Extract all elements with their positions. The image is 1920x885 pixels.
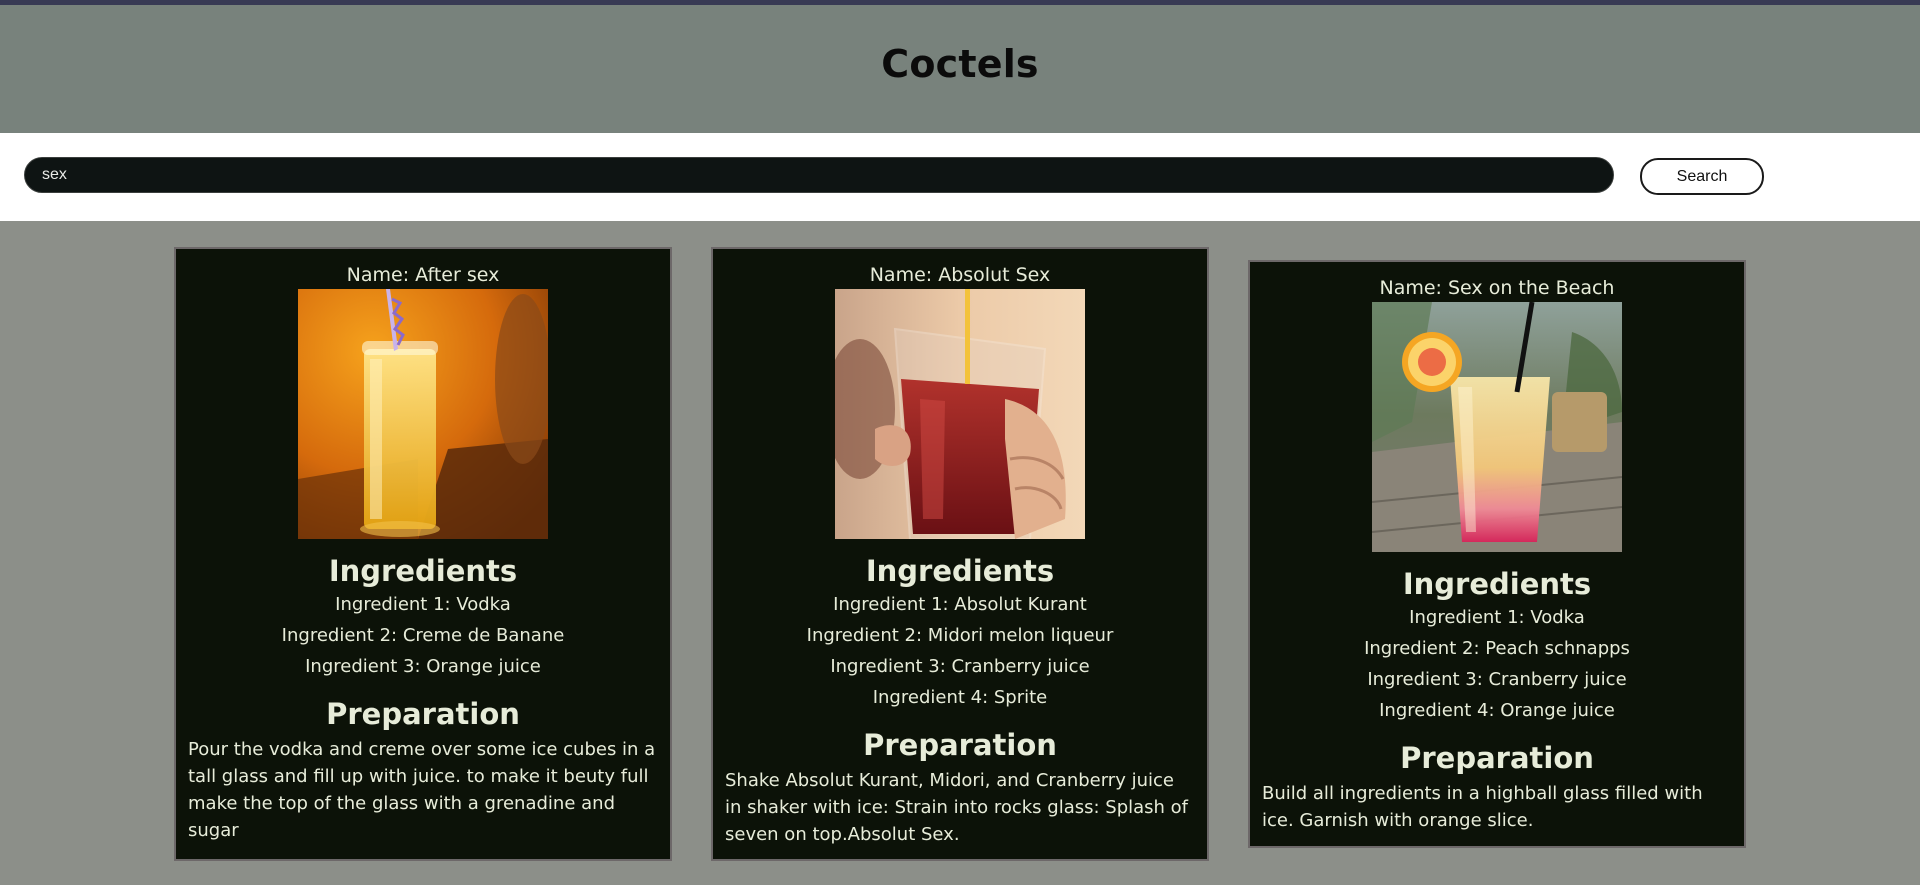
ingredient-item: Ingredient 2: Midori melon liqueur (806, 625, 1114, 646)
ingredients-heading: Ingredients (1402, 567, 1592, 601)
page-title: Coctels (881, 42, 1039, 86)
preparation-text: Pour the vodka and creme over some ice c… (188, 739, 656, 841)
ingredient-item: Ingredient 3: Cranberry juice (830, 656, 1090, 677)
preparation-text: Build all ingredients in a highball glas… (1262, 783, 1703, 831)
ingredient-item: Ingredient 3: Cranberry juice (1367, 669, 1627, 690)
ingredients-heading: Ingredients (865, 554, 1055, 588)
ingredient-item: Ingredient 4: Sprite (872, 687, 1048, 708)
page-header: Coctels (0, 5, 1920, 133)
cocktail-card: Name: Absolut Sex Ingredients Ingredient… (711, 247, 1209, 861)
preparation-text: Shake Absolut Kurant, Midori, and Cranbe… (725, 770, 1189, 845)
search-bar: Search (0, 133, 1920, 221)
search-input[interactable] (24, 157, 1614, 193)
preparation-heading: Preparation (326, 697, 520, 731)
ingredient-item: Ingredient 4: Orange juice (1379, 700, 1615, 721)
cocktail-card: Name: After sex Ingredients Ingredient 1… (174, 247, 672, 861)
ingredient-item: Ingredient 3: Orange juice (305, 656, 541, 677)
cocktail-photo (835, 289, 1085, 539)
preparation-heading: Preparation (863, 728, 1057, 762)
cocktail-photo (298, 289, 548, 539)
ingredient-item: Ingredient 1: Vodka (1409, 607, 1585, 628)
ingredients-heading: Ingredients (328, 554, 518, 588)
cocktail-name: Name: Sex on the Beach (1379, 277, 1615, 299)
cocktail-card: Name: Sex on the Beach Ingredients Ingre… (1248, 260, 1746, 848)
ingredient-item: Ingredient 1: Vodka (335, 594, 511, 615)
cocktail-name: Name: After sex (346, 264, 500, 286)
search-button[interactable]: Search (1640, 158, 1764, 195)
cocktail-photo (1372, 302, 1622, 552)
ingredient-item: Ingredient 2: Peach schnapps (1364, 638, 1630, 659)
preparation-heading: Preparation (1400, 741, 1594, 775)
ingredient-item: Ingredient 1: Absolut Kurant (833, 594, 1087, 615)
cocktail-name: Name: Absolut Sex (869, 264, 1051, 286)
ingredient-item: Ingredient 2: Creme de Banane (281, 625, 565, 646)
